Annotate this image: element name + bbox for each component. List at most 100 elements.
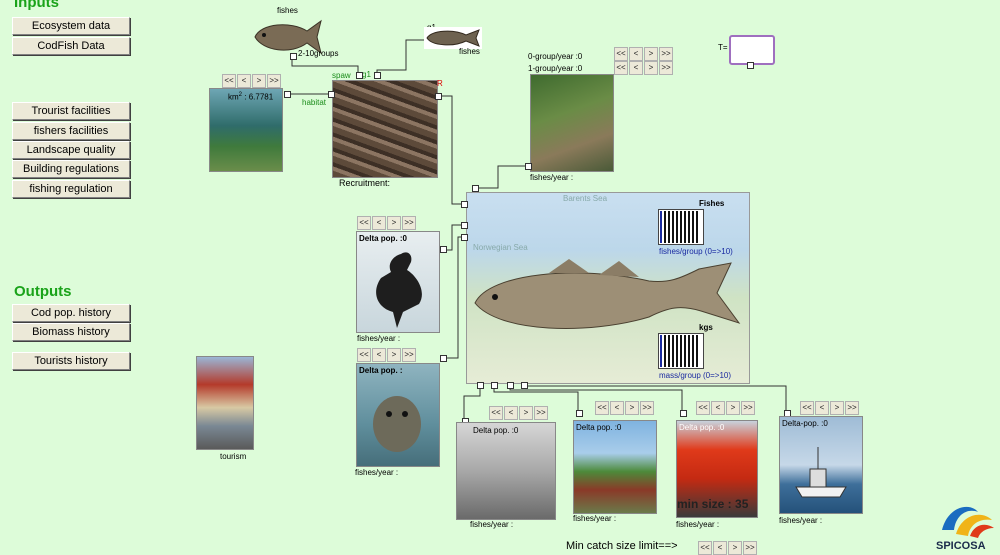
spaw-port[interactable] (356, 72, 363, 79)
min-catch-label: Min catch size limit==> (566, 540, 678, 552)
seal-photo: Delta pop. : (356, 363, 440, 467)
biomass-history-button[interactable]: Biomass history (12, 323, 130, 341)
nav-prev[interactable]: < (815, 401, 829, 415)
g1-port[interactable] (374, 72, 381, 79)
nav-first[interactable]: << (595, 401, 609, 415)
nav-first[interactable]: << (614, 47, 628, 61)
recruitment-in-port[interactable] (328, 91, 335, 98)
map-out-port-2[interactable] (491, 382, 498, 389)
nav-last[interactable]: >> (640, 401, 654, 415)
map-out-port-1[interactable] (477, 382, 484, 389)
fishing-regulation-button[interactable]: fishing regulation (12, 180, 130, 198)
landscape-quality-button[interactable]: Landscape quality (12, 141, 130, 159)
nav-last[interactable]: >> (741, 401, 755, 415)
nav-last[interactable]: >> (659, 61, 673, 75)
nav-prev[interactable]: < (629, 61, 643, 75)
nav-last[interactable]: >> (402, 348, 416, 362)
nav-prev[interactable]: < (372, 348, 386, 362)
seal-footer: fishes/year : (355, 468, 399, 477)
map-in-port-3[interactable] (461, 234, 468, 241)
habitat-link-label: habitat (302, 98, 327, 107)
angler-delta: Delta pop. :0 (679, 423, 725, 432)
nav-next[interactable]: > (519, 406, 533, 420)
codfish-data-button[interactable]: CodFish Data (12, 37, 130, 55)
net-fishing-footer: fishes/year : (470, 520, 514, 529)
angler-port[interactable] (680, 410, 687, 417)
trawler-footer: fishes/year : (779, 516, 823, 525)
fisher-top-footer: fishes/year : (530, 173, 574, 182)
fishers-facilities-button[interactable]: fishers facilities (12, 122, 130, 140)
timer-port[interactable] (747, 62, 754, 69)
seal-nav: << < > >> (357, 348, 416, 362)
map-in-port-2[interactable] (461, 222, 468, 229)
cormorant-port[interactable] (440, 246, 447, 253)
nav-next[interactable]: > (387, 348, 401, 362)
cod-pop-history-button[interactable]: Cod pop. history (12, 304, 130, 322)
nav-last[interactable]: >> (534, 406, 548, 420)
nav-prev[interactable]: < (504, 406, 518, 420)
km-sup: 2 (238, 92, 243, 98)
cod-habitat-map: Barents Sea Norwegian Sea Fishes fishes/… (466, 192, 750, 384)
angler-nav: << < > >> (696, 401, 755, 415)
fishes-title: fishes (277, 6, 298, 15)
nav-last[interactable]: >> (659, 47, 673, 61)
nav-next[interactable]: > (644, 61, 658, 75)
fisher-top-port[interactable] (525, 163, 532, 170)
cabin-port[interactable] (576, 410, 583, 417)
min-size-label: min size : 35 (677, 497, 749, 511)
nav-next[interactable]: > (644, 47, 658, 61)
nav-first[interactable]: << (614, 61, 628, 75)
nav-prev[interactable]: < (610, 401, 624, 415)
nav-prev[interactable]: < (629, 47, 643, 61)
ecosystem-data-button[interactable]: Ecosystem data (12, 17, 130, 35)
groups-label: 2-10groups (298, 49, 339, 58)
cormorant-nav: << < > >> (357, 216, 416, 230)
fishes-output-port[interactable] (290, 53, 297, 60)
nav-first[interactable]: << (489, 406, 503, 420)
map-top-port[interactable] (472, 185, 479, 192)
nav-first[interactable]: << (222, 74, 236, 88)
nav-next[interactable]: > (830, 401, 844, 415)
spaw-label: spaw (332, 71, 351, 80)
map-out-port-3[interactable] (507, 382, 514, 389)
outputs-heading: Outputs (14, 283, 72, 300)
fishes-histo-label: Fishes (699, 199, 725, 208)
one-group-nav: << < > >> (614, 61, 673, 75)
nav-first[interactable]: << (357, 216, 371, 230)
habitat-port[interactable] (284, 91, 291, 98)
nav-first[interactable]: << (696, 401, 710, 415)
nav-prev[interactable]: < (711, 401, 725, 415)
tourists-history-button[interactable]: Tourists history (12, 352, 130, 370)
map-out-port-4[interactable] (521, 382, 528, 389)
nav-prev[interactable]: < (372, 216, 386, 230)
nav-next[interactable]: > (726, 401, 740, 415)
nav-last[interactable]: >> (267, 74, 281, 88)
nav-last[interactable]: >> (743, 541, 757, 555)
cabin-photo: Delta pop. :0 (573, 420, 657, 514)
nav-prev[interactable]: < (713, 541, 727, 555)
tourist-facilities-button[interactable]: Trourist facilities (12, 102, 130, 120)
trawler-nav: << < > >> (800, 401, 859, 415)
recruitment-photo (332, 80, 438, 178)
one-group-label: 1-group/year :0 (528, 64, 583, 73)
nav-last[interactable]: >> (402, 216, 416, 230)
nav-first[interactable]: << (698, 541, 712, 555)
kgs-histo-label: kgs (699, 323, 713, 332)
map-in-port-1[interactable] (461, 201, 468, 208)
fisher-top-photo (530, 74, 614, 172)
nav-next[interactable]: > (625, 401, 639, 415)
building-regulations-button[interactable]: Building regulations (12, 160, 130, 178)
nav-first[interactable]: << (800, 401, 814, 415)
nav-prev[interactable]: < (237, 74, 251, 88)
nav-next[interactable]: > (252, 74, 266, 88)
seal-port[interactable] (440, 355, 447, 362)
nav-next[interactable]: > (387, 216, 401, 230)
nav-first[interactable]: << (357, 348, 371, 362)
cormorant-footer: fishes/year : (357, 334, 401, 343)
nav-last[interactable]: >> (845, 401, 859, 415)
cabin-nav: << < > >> (595, 401, 654, 415)
recruitment-out-port[interactable] (435, 93, 442, 100)
min-catch-nav: << < > >> (698, 541, 757, 555)
cormorant-photo: Delta pop. :0 (356, 231, 440, 333)
nav-next[interactable]: > (728, 541, 742, 555)
